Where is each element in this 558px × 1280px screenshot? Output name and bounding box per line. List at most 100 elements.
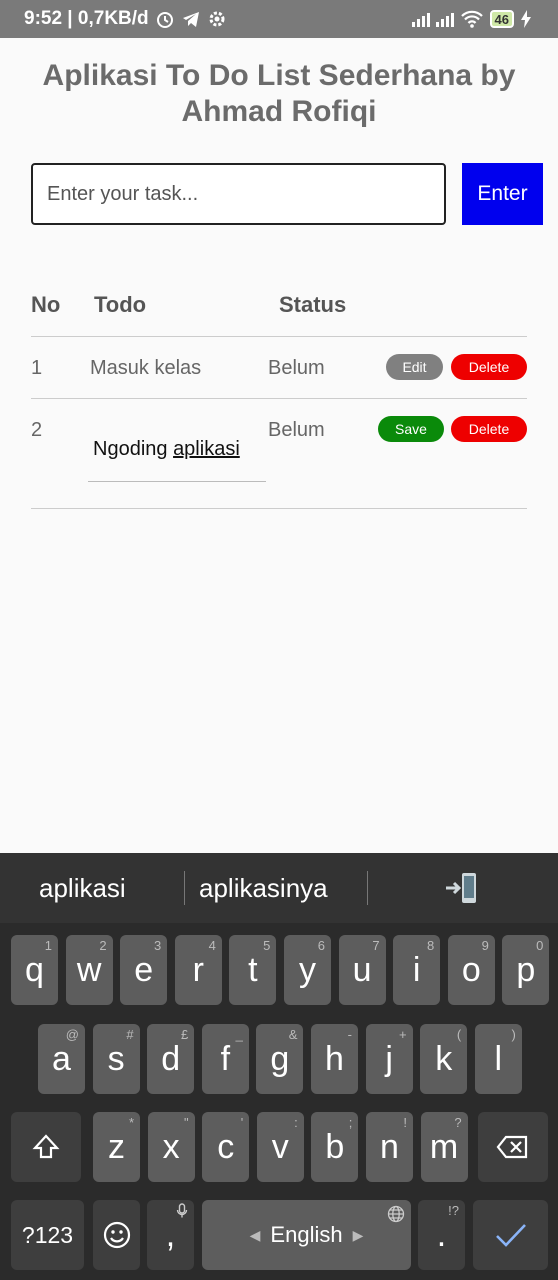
suggestion-1[interactable]: aplikasi	[39, 873, 126, 904]
key-m-hint: ?	[454, 1115, 462, 1130]
key-q[interactable]: q1	[11, 935, 58, 1005]
row-2-todo-composing-word: aplikasi	[173, 438, 240, 460]
header-todo: Todo	[94, 292, 147, 317]
key-d-hint: £	[180, 1027, 189, 1042]
key-u[interactable]: u7	[338, 935, 386, 1005]
key-s[interactable]: s #	[92, 1024, 140, 1094]
key-w-hint: 2	[99, 938, 107, 953]
shift-arrow-icon	[32, 1134, 60, 1159]
key-n[interactable]: n!	[366, 1112, 413, 1182]
key-f[interactable]: f _	[201, 1024, 249, 1094]
emoji-key[interactable]	[93, 1200, 140, 1270]
row-2-save-button[interactable]: Save	[378, 416, 444, 442]
emoji-icon	[103, 1221, 130, 1249]
key-z-label: z	[108, 1127, 125, 1166]
space-key[interactable]: ◀ English ▶	[202, 1200, 411, 1270]
key-h[interactable]: h-	[311, 1024, 358, 1094]
symbols-key[interactable]: ?123	[11, 1200, 84, 1270]
page-title: Aplikasi To Do List Sederhana by Ahmad R…	[42, 59, 516, 128]
key-x[interactable]: x "	[147, 1112, 195, 1182]
key-r[interactable]: r4	[174, 935, 222, 1005]
row-1-edit-button[interactable]: Edit	[386, 354, 443, 380]
space-key-label: English	[270, 1222, 343, 1247]
key-a[interactable]: a @	[38, 1024, 85, 1094]
key-b[interactable]: b;	[311, 1112, 359, 1182]
key-z-hint: *	[128, 1115, 134, 1130]
key-i[interactable]: i8	[393, 935, 441, 1005]
key-g[interactable]: g &	[256, 1024, 304, 1094]
key-g-hint: &	[288, 1027, 298, 1042]
key-k[interactable]: k(	[420, 1024, 468, 1094]
shift-key[interactable]	[11, 1112, 81, 1182]
key-p[interactable]: p0	[502, 935, 550, 1005]
key-y[interactable]: y6	[284, 935, 331, 1005]
key-p-hint: 0	[536, 938, 544, 953]
key-s-hint: #	[126, 1027, 134, 1042]
key-s-label: s	[107, 1039, 125, 1078]
key-f-label: f	[220, 1039, 231, 1078]
period-key[interactable]: .!?	[418, 1200, 465, 1270]
enter-button[interactable]: Enter	[462, 163, 543, 225]
space-left-arrow-icon: ◀	[249, 1226, 261, 1243]
key-u-label: u	[352, 950, 372, 989]
key-r-hint: 4	[208, 938, 216, 953]
key-v[interactable]: v:	[256, 1112, 304, 1182]
globe-icon	[387, 1205, 405, 1223]
checkmark-icon	[495, 1224, 526, 1247]
key-j[interactable]: j +	[365, 1024, 413, 1094]
suggestion-2[interactable]: aplikasinya	[199, 873, 328, 904]
settings-gear-icon	[209, 11, 225, 27]
key-w[interactable]: w2	[65, 935, 113, 1005]
row-1-divider	[31, 398, 527, 399]
signal-2-icon	[435, 11, 454, 27]
key-y-label: y	[299, 950, 316, 989]
key-z[interactable]: z *	[93, 1112, 140, 1182]
task-input[interactable]	[31, 163, 446, 225]
row-2-todo-edit-field[interactable]: Ngoding aplikasi	[88, 432, 266, 482]
key-n-label: n	[380, 1127, 399, 1166]
key-e[interactable]: e3	[120, 935, 168, 1005]
key-b-label: b	[325, 1127, 345, 1166]
row-2-no: 2	[31, 419, 43, 441]
key-x-hint: "	[183, 1115, 189, 1130]
key-t[interactable]: t5	[229, 935, 277, 1005]
suggestion-divider	[184, 871, 185, 905]
key-o[interactable]: o9	[447, 935, 495, 1005]
row-1-status: Belum	[268, 357, 325, 379]
soft-keyboard: aplikasi aplikasinya q1w2e3r4t5y6u7i8o9p…	[0, 853, 558, 1280]
signal-1-icon	[411, 11, 430, 27]
key-x-label: x	[162, 1127, 180, 1166]
header-status: Status	[279, 292, 347, 317]
key-l-label: l	[494, 1039, 503, 1078]
key-v-label: v	[271, 1127, 289, 1166]
key-t-hint: 5	[263, 938, 271, 953]
key-n-hint: !	[403, 1115, 407, 1130]
row-2-delete-button[interactable]: Delete	[451, 416, 527, 442]
key-h-label: h	[325, 1039, 344, 1078]
comma-key[interactable]: ,	[147, 1200, 194, 1270]
battery-icon: 46	[489, 10, 514, 28]
key-j-hint: +	[399, 1027, 407, 1042]
key-p-label: p	[516, 950, 536, 989]
suggestion-divider	[367, 871, 368, 905]
key-a-hint: @	[65, 1027, 79, 1042]
key-a-label: a	[52, 1039, 71, 1078]
key-c[interactable]: c '	[202, 1112, 250, 1182]
key-l[interactable]: l)	[474, 1024, 522, 1094]
key-i-label: i	[412, 950, 421, 989]
period-key-hint: !?	[448, 1203, 459, 1218]
key-e-label: e	[134, 950, 154, 989]
key-d[interactable]: d £	[147, 1024, 195, 1094]
comma-key-label: ,	[165, 1215, 176, 1254]
row-1-delete-button[interactable]: Delete	[451, 354, 527, 380]
backspace-key[interactable]	[478, 1112, 548, 1182]
key-w-label: w	[76, 950, 102, 989]
key-f-hint: _	[235, 1027, 243, 1042]
key-m[interactable]: m?	[420, 1112, 468, 1182]
row-1-no: 1	[31, 357, 43, 379]
alarm-icon	[156, 12, 173, 28]
phone-transfer-icon[interactable]	[444, 871, 480, 905]
key-r-label: r	[192, 950, 204, 989]
done-key[interactable]	[473, 1200, 548, 1270]
status-right: 46	[411, 9, 532, 29]
